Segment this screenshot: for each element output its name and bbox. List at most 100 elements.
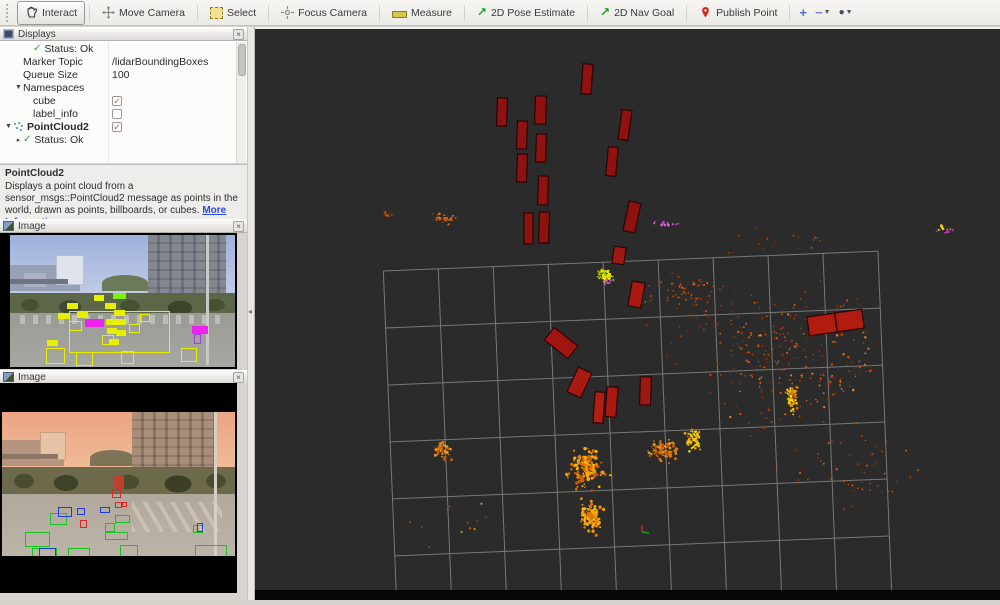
status-ok-icon: ✓	[23, 134, 31, 145]
bounding-box-3d	[605, 387, 618, 418]
detection-box	[140, 314, 150, 322]
detection-box	[181, 348, 197, 362]
bounding-box-3d	[517, 121, 528, 149]
twisty-icon[interactable]: ▸	[14, 136, 23, 144]
bounding-box-3d	[640, 377, 652, 405]
bounding-box-3d	[606, 147, 618, 177]
bounding-box-3d	[536, 134, 547, 162]
pointcloud2-icon	[13, 121, 24, 132]
detection-box	[69, 321, 82, 331]
tree-row-queue-size[interactable]: Queue Size100	[0, 68, 247, 81]
tool-label: Publish Point	[716, 7, 777, 19]
toolbar: Interact Move Camera Select Focus Camera Mea…	[0, 0, 1000, 26]
tree-row-status-ok[interactable]: ✓Status: Ok	[0, 42, 247, 55]
twisty-icon[interactable]: ▼	[14, 84, 23, 91]
row-value[interactable]: /lidarBoundingBoxes	[112, 56, 208, 68]
twisty-icon[interactable]: ▼	[4, 123, 13, 130]
close-icon[interactable]: ×	[233, 372, 244, 383]
tool-options-button-icon: ●	[839, 6, 845, 19]
bounding-box-3d	[535, 96, 547, 124]
detection-box	[120, 545, 138, 556]
image-icon	[3, 372, 14, 382]
move-camera-button[interactable]: Move Camera	[94, 1, 193, 25]
displays-icon	[3, 29, 14, 39]
tool-options-button[interactable]: ●▼	[839, 6, 853, 19]
checkbox-cube[interactable]: ✓	[112, 96, 122, 106]
origin-y-axis	[642, 532, 649, 533]
tree-row-pointcloud2[interactable]: ▼ PointCloud2 ✓	[0, 120, 247, 133]
collapse-arrow-icon[interactable]: ◂	[248, 307, 252, 316]
detection-box	[77, 312, 88, 318]
row-value[interactable]: 100	[112, 69, 130, 81]
row-label: PointCloud2	[27, 121, 89, 133]
3d-viewport[interactable]	[255, 27, 1000, 600]
detection-box	[76, 352, 93, 366]
image2-title: Image	[18, 372, 233, 383]
checkbox-label-info[interactable]	[112, 109, 122, 119]
detection-box	[116, 319, 126, 325]
tree-row-marker-topic[interactable]: Marker Topic/lidarBoundingBoxes	[0, 55, 247, 68]
toolbar-drag-handle[interactable]	[6, 4, 12, 22]
bounding-box-3d	[537, 176, 548, 205]
tree-row-namespaces[interactable]: ▼Namespaces	[0, 81, 247, 94]
display-description: PointCloud2 Displays a point cloud from …	[0, 164, 247, 223]
publish-point-button[interactable]: Publish Point	[691, 1, 785, 25]
displays-panel-titlebar[interactable]: Displays ×	[0, 27, 247, 41]
select-button[interactable]: Select	[202, 1, 264, 25]
detection-box	[115, 515, 130, 523]
detection-box	[105, 532, 128, 540]
row-label: Status: Ok	[34, 134, 83, 146]
tool-label: 2D Nav Goal	[614, 7, 674, 19]
toolbar-separator	[789, 5, 790, 21]
displays-panel-title: Displays	[18, 29, 233, 40]
measure-icon	[392, 11, 407, 18]
image-panel-1: Image ×	[0, 219, 247, 369]
checkbox-pointcloud2[interactable]: ✓	[112, 122, 122, 132]
detection-box	[47, 340, 58, 346]
tool-label: Measure	[411, 7, 452, 19]
row-label: Marker Topic	[23, 56, 83, 68]
row-label: Status: Ok	[44, 43, 93, 55]
detection-box	[129, 324, 140, 333]
panel-splitter[interactable]: ◂	[247, 27, 255, 600]
remove-tool-button[interactable]: −▼	[815, 6, 831, 19]
chevron-down-icon: ▼	[824, 9, 831, 16]
measure-button[interactable]: Measure	[384, 1, 460, 25]
2d-pose-estimate-button[interactable]: ↗2D Pose Estimate	[469, 1, 583, 25]
image2-titlebar[interactable]: Image ×	[0, 370, 247, 384]
tool-label: Select	[227, 7, 256, 19]
green-arrow-icon: ↗	[600, 6, 610, 19]
detection-box	[195, 545, 227, 556]
interact-button[interactable]: Interact	[17, 1, 85, 25]
camera-image-day	[0, 233, 237, 369]
tree-row-label-info[interactable]: label_info	[0, 107, 247, 120]
pointcloud-scene	[255, 29, 1000, 600]
2d-nav-goal-button[interactable]: ↗ 2D Nav Goal	[592, 1, 682, 25]
detection-box	[58, 507, 72, 517]
detection-box	[194, 334, 201, 344]
tree-row-status-ok[interactable]: ▸✓Status: Ok	[0, 133, 247, 146]
detection-box	[85, 319, 104, 327]
add-tool-button[interactable]: +	[799, 6, 807, 19]
bounding-box-3d	[524, 213, 533, 244]
move-camera-icon	[102, 6, 115, 19]
tree-row-cube[interactable]: cube✓	[0, 94, 247, 107]
bounding-box-3d	[612, 246, 626, 265]
focus-camera-button[interactable]: Focus Camera	[273, 1, 375, 25]
bounding-box-3d	[581, 64, 593, 95]
detection-box	[192, 326, 208, 334]
bounding-box-3d	[593, 392, 605, 424]
close-icon[interactable]: ×	[233, 221, 244, 232]
detection-box	[122, 502, 127, 507]
status-ok-icon: ✓	[33, 43, 41, 54]
image1-titlebar[interactable]: Image ×	[0, 219, 247, 233]
displays-panel: Displays × ✓Status: OkMarker Topic/lidar…	[0, 27, 247, 218]
row-label: Namespaces	[23, 82, 84, 94]
detection-box	[105, 523, 115, 532]
close-icon[interactable]: ×	[233, 29, 244, 40]
displays-scrollbar[interactable]	[236, 42, 246, 163]
add-tool-button-icon: +	[799, 6, 807, 19]
image1-title: Image	[18, 221, 233, 232]
chevron-down-icon: ▼	[846, 9, 853, 16]
tool-label: Move Camera	[119, 7, 185, 19]
